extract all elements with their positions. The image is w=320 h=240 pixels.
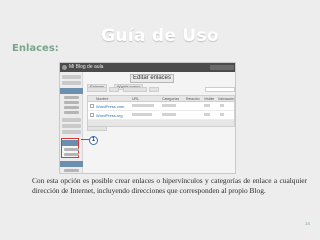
link-category bbox=[162, 113, 176, 116]
sidebar-subitem[interactable] bbox=[64, 148, 79, 151]
admin-sidebar bbox=[60, 72, 83, 173]
bulk-actions-bottom[interactable] bbox=[87, 126, 107, 131]
link-rating bbox=[220, 113, 224, 116]
sidebar-item-posts[interactable] bbox=[62, 81, 81, 85]
filter-button[interactable] bbox=[149, 87, 159, 92]
admin-top-bar: Mi Blog de aula bbox=[60, 63, 235, 72]
section-heading: Enlaces: bbox=[12, 43, 59, 54]
page-number: 16 bbox=[304, 221, 310, 226]
sidebar-item-links[interactable] bbox=[62, 140, 78, 146]
sidebar-subitem[interactable] bbox=[64, 169, 79, 172]
sidebar-subitem[interactable] bbox=[64, 153, 79, 156]
search-input[interactable] bbox=[205, 87, 235, 92]
callout-line bbox=[81, 139, 89, 140]
site-name[interactable]: Mi Blog de aula bbox=[69, 64, 103, 71]
sidebar-item-media[interactable] bbox=[62, 118, 81, 122]
link-visible bbox=[204, 104, 210, 107]
sidebar-item-comments[interactable] bbox=[62, 130, 81, 134]
apply-button[interactable] bbox=[109, 87, 119, 92]
admin-screenshot: Mi Blog de aula Enlaces Añadir nuevo Edi… bbox=[59, 62, 236, 174]
site-icon[interactable] bbox=[62, 65, 67, 70]
column-visible[interactable]: Visible bbox=[204, 97, 214, 101]
admin-main: Enlaces Añadir nuevo Editar enlaces Nomb… bbox=[85, 73, 235, 173]
sidebar-group-active[interactable] bbox=[60, 88, 83, 94]
link-visible bbox=[204, 113, 210, 116]
page-title: Editar enlaces bbox=[130, 74, 174, 83]
column-rating[interactable]: Valoración bbox=[218, 97, 234, 101]
sidebar-subitem[interactable] bbox=[64, 106, 79, 109]
row-checkbox[interactable] bbox=[90, 104, 94, 108]
column-url[interactable]: URL bbox=[132, 97, 139, 101]
bulk-actions-bar bbox=[87, 87, 235, 92]
column-categories[interactable]: Categorías bbox=[162, 97, 179, 101]
column-name[interactable]: Nombre bbox=[96, 97, 108, 101]
links-table: Nombre URL Categorías Relación Visible V… bbox=[87, 95, 235, 127]
sidebar-subitem[interactable] bbox=[64, 101, 79, 104]
body-text: Con esta opción es posible crear enlaces… bbox=[32, 176, 307, 195]
link-name[interactable]: WordPress.org bbox=[96, 113, 123, 118]
link-rating bbox=[220, 104, 224, 107]
table-footer bbox=[88, 120, 234, 126]
sidebar-item-pages[interactable] bbox=[62, 124, 81, 128]
sidebar-item-appearance[interactable] bbox=[60, 161, 83, 167]
link-category bbox=[162, 104, 176, 107]
link-url[interactable] bbox=[132, 104, 154, 107]
callout-marker: 1 bbox=[89, 136, 98, 145]
sidebar-item-dashboard[interactable] bbox=[62, 75, 81, 79]
link-url[interactable] bbox=[132, 113, 152, 116]
bulk-action-select[interactable] bbox=[87, 87, 107, 92]
table-row: WordPress.org bbox=[88, 111, 234, 120]
row-checkbox[interactable] bbox=[90, 113, 94, 117]
user-menu[interactable] bbox=[210, 65, 234, 70]
sidebar-subitem[interactable] bbox=[64, 111, 79, 114]
category-filter[interactable] bbox=[123, 87, 147, 92]
column-relationship[interactable]: Relación bbox=[186, 97, 200, 101]
table-row: WordPress.com bbox=[88, 102, 234, 111]
sidebar-subitem[interactable] bbox=[64, 96, 79, 99]
link-name[interactable]: WordPress.com bbox=[96, 104, 124, 109]
